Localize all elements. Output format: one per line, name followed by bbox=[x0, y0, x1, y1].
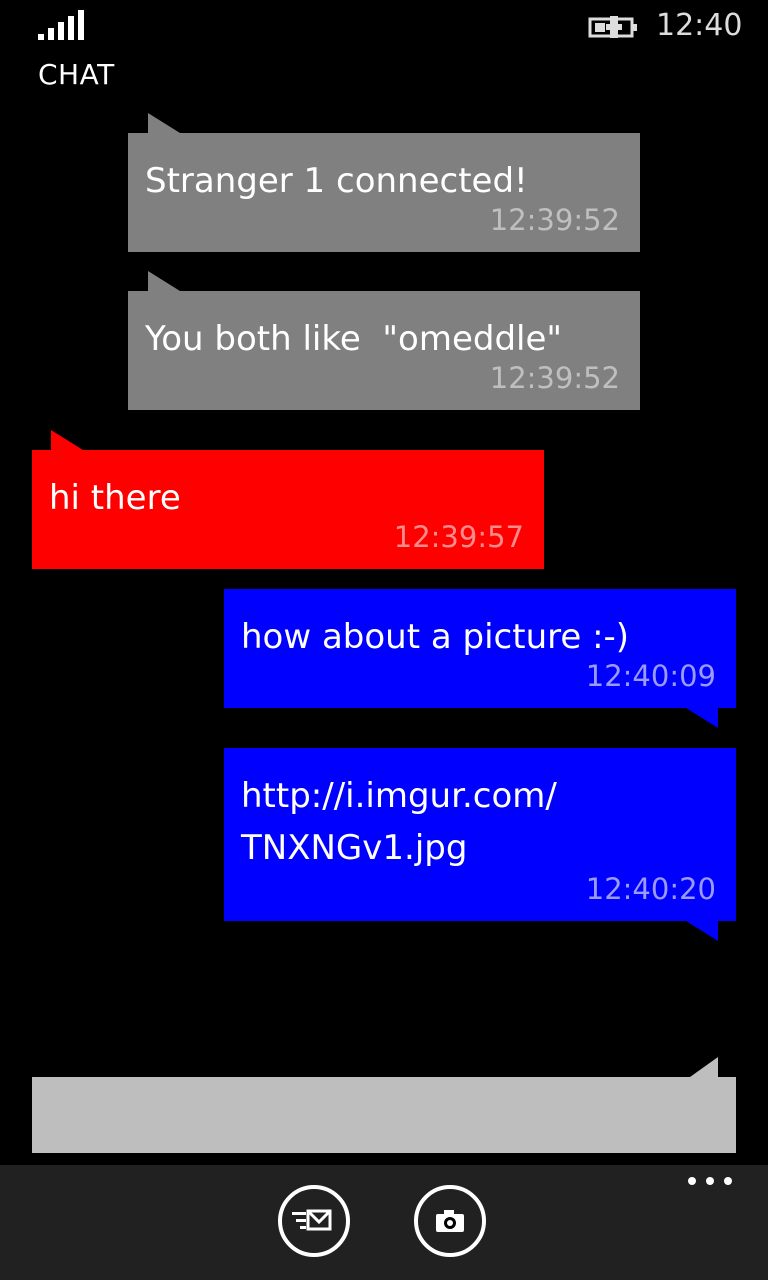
signal-strength-icon bbox=[38, 10, 84, 40]
message-bubble-system[interactable]: Stranger 1 connected! 12:39:52 bbox=[128, 113, 640, 252]
bubble-tail bbox=[686, 708, 718, 728]
status-time: 12:40 bbox=[656, 8, 743, 43]
page-title: CHAT bbox=[38, 58, 115, 91]
message-bubble-me[interactable]: http://i.imgur.com/ TNXNGv1.jpg 12:40:20 bbox=[224, 748, 736, 941]
message-bubble-me[interactable]: how about a picture :-) 12:40:09 bbox=[224, 589, 736, 728]
composer-tail bbox=[690, 1057, 718, 1077]
app-bar bbox=[0, 1165, 768, 1280]
ellipsis-icon[interactable] bbox=[686, 1169, 734, 1193]
message-timestamp: 12:40:20 bbox=[585, 872, 716, 906]
battery-charging-icon bbox=[588, 16, 637, 38]
bubble-tail bbox=[148, 113, 180, 133]
message-timestamp: 12:39:57 bbox=[393, 520, 524, 554]
message-text: hi there bbox=[49, 478, 181, 518]
message-bubble-system[interactable]: You both like "omeddle" 12:39:52 bbox=[128, 271, 640, 410]
status-bar: 12:40 bbox=[0, 0, 768, 56]
bubble-tail bbox=[686, 921, 718, 941]
message-timestamp: 12:39:52 bbox=[489, 361, 620, 395]
message-input[interactable] bbox=[32, 1077, 736, 1153]
camera-button[interactable] bbox=[414, 1185, 486, 1257]
camera-icon bbox=[436, 1210, 464, 1232]
message-bubble-stranger[interactable]: hi there 12:39:57 bbox=[32, 430, 544, 569]
bubble-tail bbox=[148, 271, 180, 291]
message-timestamp: 12:39:52 bbox=[489, 203, 620, 237]
send-message-icon bbox=[292, 1209, 332, 1231]
message-text: Stranger 1 connected! bbox=[145, 161, 528, 201]
message-timestamp: 12:40:09 bbox=[585, 659, 716, 693]
bubble-tail bbox=[51, 430, 83, 450]
message-text: how about a picture :-) bbox=[241, 617, 630, 657]
message-text: You both like "omeddle" bbox=[145, 319, 563, 359]
message-text: http://i.imgur.com/ TNXNGv1.jpg bbox=[241, 776, 557, 868]
send-button[interactable] bbox=[278, 1185, 350, 1257]
